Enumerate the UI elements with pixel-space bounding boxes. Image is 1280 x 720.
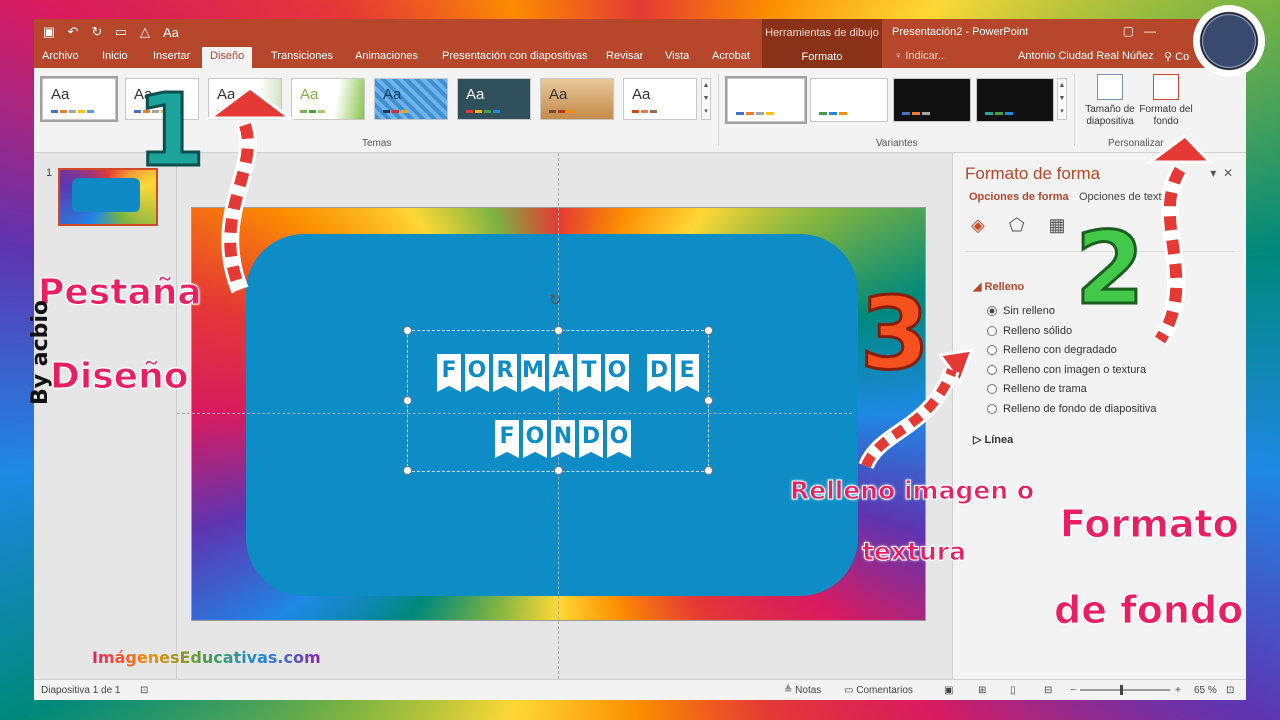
- step-number-2: 2: [1074, 209, 1147, 329]
- step-number-3: 3: [859, 274, 932, 394]
- annotation-tab-line2: Diseño: [49, 356, 189, 398]
- annotation-bg-line2: de fondo: [1053, 588, 1244, 633]
- arrow-head-2: [1145, 134, 1214, 164]
- annotation-fill-line2: textura: [862, 537, 967, 567]
- annotation-fill-line1: Relleno imagen o: [790, 476, 1035, 506]
- author-credit: By acbio: [28, 299, 54, 406]
- website-watermark: ImágenesEducativas.com: [92, 648, 321, 667]
- arrow-head-1: [205, 86, 295, 120]
- step-number-1: 1: [135, 71, 208, 191]
- annotation-bg-line1: Formato: [1060, 502, 1240, 547]
- annotation-tab-line1: Pestaña: [38, 272, 203, 314]
